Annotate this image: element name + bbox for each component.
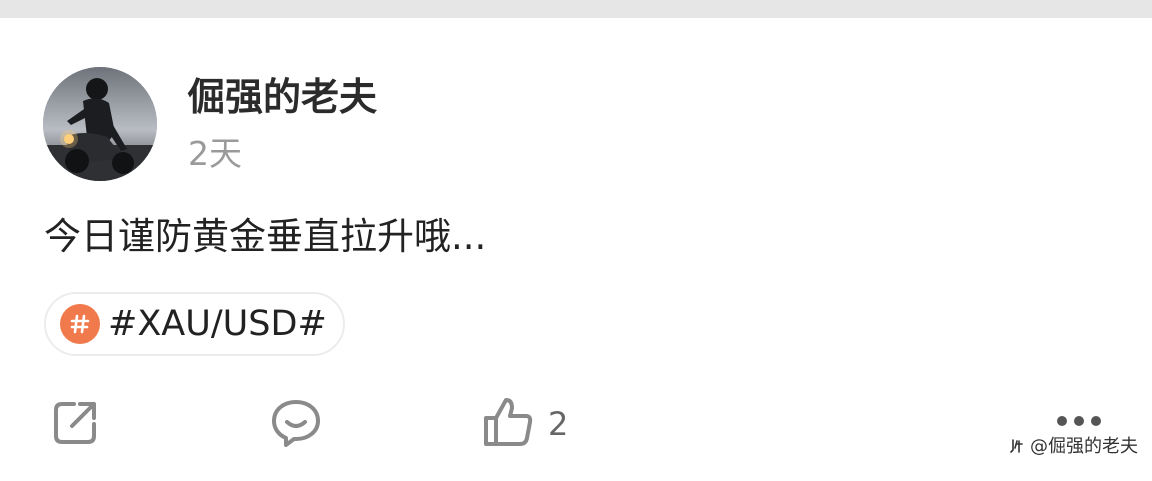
watermark: @倔强的老夫 [1010,436,1138,458]
comment-icon [270,398,322,452]
thumbs-up-icon [482,396,534,452]
avatar[interactable] [43,67,157,181]
like-count: 2 [548,405,569,443]
share-button[interactable] [50,398,100,452]
topic-chip[interactable]: #XAU/USD# [44,292,345,356]
post-timestamp: 2天 [188,134,242,173]
zhihu-logo-icon [1010,436,1030,457]
author-name[interactable]: 倔强的老夫 [187,74,377,120]
topic-label: #XAU/USD# [108,304,327,344]
watermark-text: @倔强的老夫 [1030,436,1138,457]
post-text: 今日谨防黄金垂直拉升哦... [44,215,487,258]
more-button[interactable] [1054,410,1104,436]
share-icon [50,398,100,452]
top-status-strip [0,0,1152,18]
more-icon [1054,410,1104,436]
comment-button[interactable] [270,398,322,452]
like-button[interactable]: 2 [482,396,568,452]
motorcycle-rider-avatar [43,67,157,181]
hash-icon [60,304,100,344]
